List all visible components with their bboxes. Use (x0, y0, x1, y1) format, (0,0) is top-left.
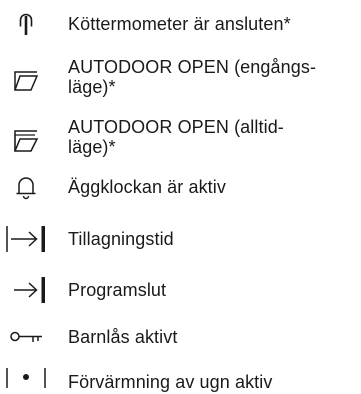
autodoor-open-always-icon (0, 127, 52, 155)
key-icon (0, 324, 52, 350)
legend-row-autodoor-always: AUTODOOR OPEN (alltid- läge)* (0, 117, 361, 163)
legend-label: Köttermometer är ansluten* (68, 14, 291, 34)
legend-label: Programslut (68, 280, 167, 300)
legend-row-meat-probe: Köttermometer är ansluten* (0, 10, 361, 38)
legend-row-program-end: Programslut (0, 275, 361, 305)
meat-probe-icon (0, 10, 52, 38)
legend-row-cooking-time: Tillagningstid (0, 223, 361, 255)
bell-icon (0, 172, 52, 202)
legend-row-child-lock: Barnlås aktivt (0, 324, 361, 350)
autodoor-open-single-icon (0, 67, 52, 95)
legend-label: AUTODOOR OPEN (engångs- läge)* (68, 57, 317, 97)
cooking-time-icon (0, 223, 52, 255)
legend-row-preheat: Förvärmning av ugn aktiv (0, 366, 361, 394)
legend-label: Barnlås aktivt (68, 327, 178, 347)
program-end-icon (0, 275, 52, 305)
legend-label: Tillagningstid (68, 229, 174, 249)
legend-row-bell: Äggklockan är aktiv (0, 172, 361, 202)
legend-label: AUTODOOR OPEN (alltid- läge)* (68, 117, 284, 157)
legend-row-autodoor-single: AUTODOOR OPEN (engångs- läge)* (0, 57, 361, 103)
legend-label: Förvärmning av ugn aktiv (68, 372, 273, 392)
legend-label: Äggklockan är aktiv (68, 177, 226, 197)
symbol-legend: Köttermometer är ansluten* AUTODOOR OPEN… (0, 0, 361, 394)
preheat-icon (0, 366, 52, 394)
